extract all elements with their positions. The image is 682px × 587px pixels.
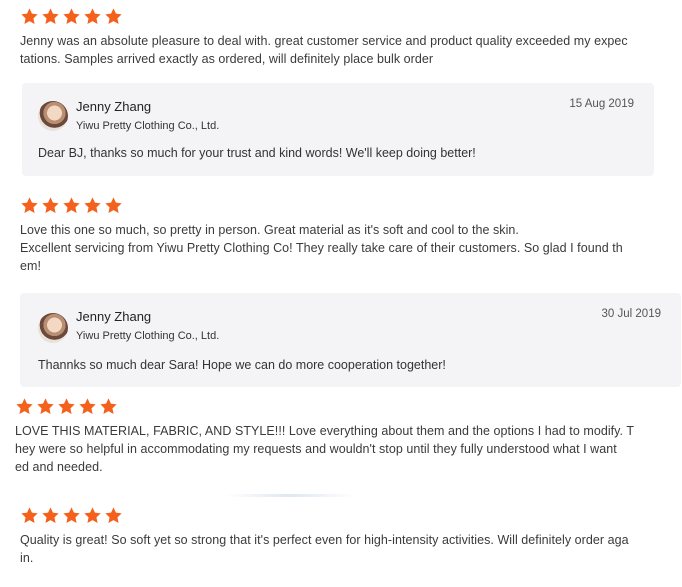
divider: [225, 494, 355, 497]
star-icon: [42, 7, 59, 24]
star-icon: [63, 196, 80, 213]
seller-reply: Jenny Zhang Yiwu Pretty Clothing Co., Lt…: [22, 83, 654, 176]
star-icon: [105, 7, 122, 24]
review-text: LOVE THIS MATERIAL, FABRIC, AND STYLE!!!…: [15, 424, 635, 474]
star-icon: [21, 196, 38, 213]
rating-stars: [20, 6, 660, 26]
star-icon: [37, 397, 54, 414]
review-1: Jenny was an absolute pleasure to deal w…: [20, 6, 660, 68]
reply-date: 15 Aug 2019: [569, 98, 634, 110]
review-text: Quality is great! So soft yet so strong …: [20, 533, 629, 565]
reply-message: Dear BJ, thanks so much for your trust a…: [38, 146, 476, 160]
reply-company: Yiwu Pretty Clothing Co., Ltd.: [76, 120, 220, 132]
star-icon: [21, 506, 38, 523]
star-icon: [84, 506, 101, 523]
reply-author-name: Jenny Zhang: [76, 309, 152, 324]
star-icon: [63, 506, 80, 523]
avatar: [38, 313, 68, 343]
star-icon: [100, 397, 117, 414]
star-icon: [105, 506, 122, 523]
star-icon: [21, 7, 38, 24]
reply-company: Yiwu Pretty Clothing Co., Ltd.: [76, 330, 220, 342]
reply-author-name: Jenny Zhang: [76, 99, 152, 114]
star-icon: [42, 196, 59, 213]
star-icon: [84, 7, 101, 24]
star-icon: [16, 397, 33, 414]
avatar: [38, 101, 68, 131]
reply-message: Thannks so much dear Sara! Hope we can d…: [38, 358, 446, 372]
star-icon: [105, 196, 122, 213]
rating-stars: [20, 505, 670, 525]
star-icon: [42, 506, 59, 523]
rating-stars: [20, 195, 670, 215]
review-text: Love this one so much, so pretty in pers…: [20, 223, 623, 273]
review-3: LOVE THIS MATERIAL, FABRIC, AND STYLE!!!…: [15, 396, 675, 476]
review-2: Love this one so much, so pretty in pers…: [20, 195, 670, 275]
reply-date: 30 Jul 2019: [601, 308, 661, 320]
seller-reply: Jenny Zhang Yiwu Pretty Clothing Co., Lt…: [20, 293, 681, 387]
star-icon: [63, 7, 80, 24]
review-text: Jenny was an absolute pleasure to deal w…: [20, 34, 628, 66]
star-icon: [58, 397, 75, 414]
star-icon: [79, 397, 96, 414]
review-4: Quality is great! So soft yet so strong …: [20, 505, 670, 567]
star-icon: [84, 196, 101, 213]
rating-stars: [15, 396, 675, 416]
